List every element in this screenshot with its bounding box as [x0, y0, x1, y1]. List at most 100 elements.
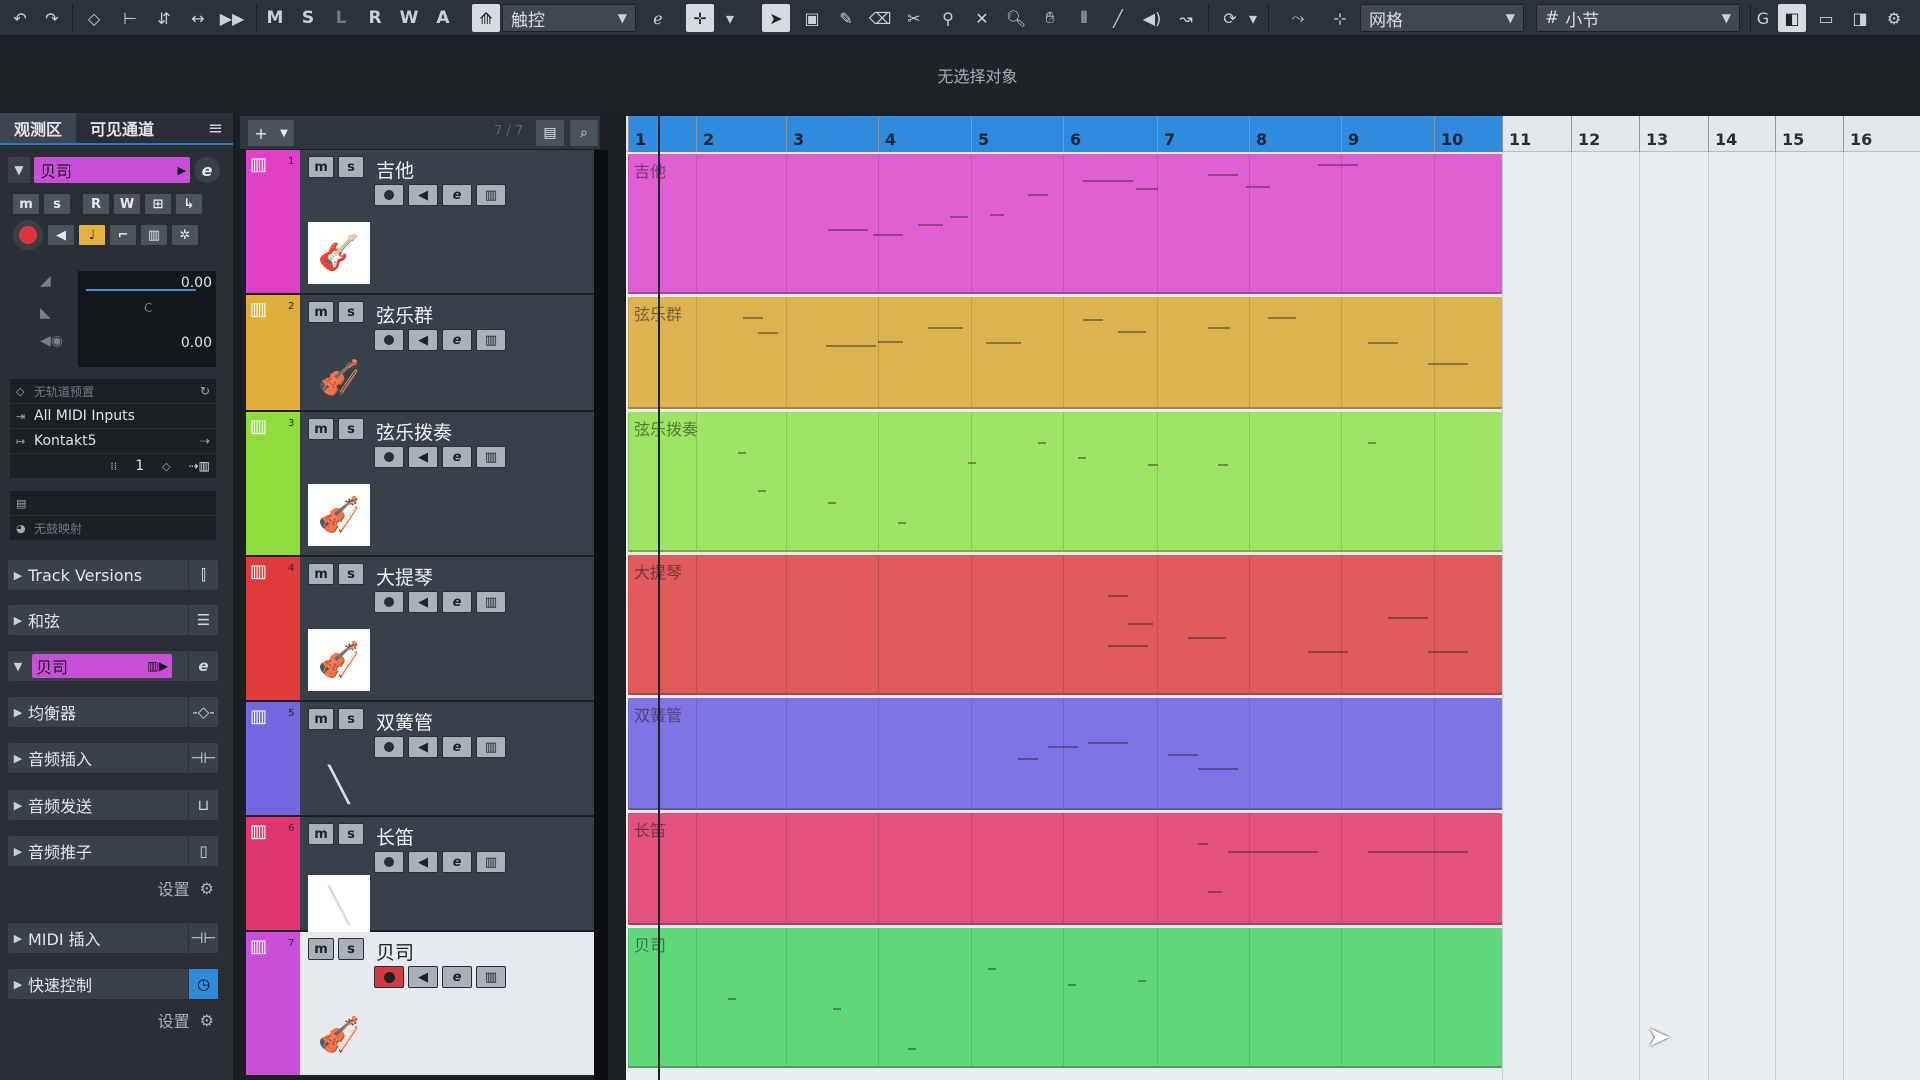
- arrow-tool-group-icon[interactable]: ✛: [686, 4, 714, 32]
- track-row[interactable]: ▥ 5 m s 双簧管 ◀ e ▥ ╲: [246, 702, 594, 816]
- settings-row-2[interactable]: 设置 ⚙: [8, 1007, 218, 1033]
- record-enable-button[interactable]: [12, 219, 44, 251]
- monitor-button[interactable]: ◀: [47, 224, 75, 246]
- transport-icon[interactable]: ⇵: [150, 4, 178, 32]
- line-tool-icon[interactable]: ╱: [1104, 4, 1132, 32]
- track-monitor-button[interactable]: ◀: [408, 591, 438, 613]
- track-monitor-button[interactable]: ◀: [408, 446, 438, 468]
- drum-map-field[interactable]: ◕ 无鼓映射: [10, 516, 216, 541]
- track-keyboard-icon[interactable]: ▥: [476, 329, 506, 351]
- midi-input-field[interactable]: ⇥ All MIDI Inputs: [10, 404, 216, 429]
- track-list-divider[interactable]: [594, 150, 608, 1080]
- track-record-button[interactable]: [374, 591, 404, 613]
- track-edit-instrument-button[interactable]: e: [442, 591, 472, 613]
- keyboard-icon[interactable]: ▥: [140, 224, 168, 246]
- read-automation-button[interactable]: R: [82, 193, 110, 215]
- track-solo-button[interactable]: s: [338, 156, 364, 178]
- constrain-delay-icon[interactable]: ◇: [80, 4, 108, 32]
- track-edit-instrument-button[interactable]: e: [442, 184, 472, 206]
- automation-mode-icon[interactable]: ⟰: [472, 4, 500, 32]
- track-solo-button[interactable]: s: [338, 301, 364, 323]
- track-list-view-icon[interactable]: ▤: [536, 120, 564, 146]
- section-audio-inserts[interactable]: ▶ 音频插入 ⊣⊢: [8, 743, 218, 773]
- solo-state-button[interactable]: S: [295, 4, 321, 32]
- undo-icon[interactable]: ↶: [6, 4, 34, 32]
- track-edit-instrument-button[interactable]: e: [442, 329, 472, 351]
- notepad-field[interactable]: ▤: [10, 491, 216, 516]
- snap-type-dropdown[interactable]: 网格 ▼: [1360, 4, 1524, 32]
- delay-control[interactable]: ◀◉ 0.00: [10, 329, 216, 357]
- track-keyboard-icon[interactable]: ▥: [476, 966, 506, 988]
- midi-part[interactable]: 长笛: [628, 813, 1502, 925]
- track-edit-instrument-button[interactable]: e: [442, 966, 472, 988]
- track-mute-button[interactable]: m: [308, 156, 334, 178]
- track-mute-button[interactable]: m: [308, 823, 334, 845]
- snap-on-off-icon[interactable]: ⊹: [1326, 4, 1354, 32]
- track-edit-instrument-button[interactable]: e: [442, 736, 472, 758]
- midi-output-field[interactable]: ↦ Kontakt5 ⇢: [10, 429, 216, 454]
- midi-part[interactable]: 弦乐拨奏: [628, 412, 1502, 552]
- track-name[interactable]: 双簧管: [376, 708, 433, 735]
- section-chords[interactable]: ▶ 和弦 ☰: [8, 605, 218, 635]
- track-name[interactable]: 弦乐拨奏: [376, 418, 452, 445]
- track-name[interactable]: 贝司: [376, 938, 414, 965]
- track-solo-button[interactable]: s: [338, 708, 364, 730]
- track-row[interactable]: ▥ 4 m s 大提琴 ◀ e ▥ 🎻: [246, 557, 594, 701]
- midi-part[interactable]: 大提琴: [628, 555, 1502, 695]
- track-name[interactable]: 弦乐群: [376, 301, 433, 328]
- track-row[interactable]: ▥ 2 m s 弦乐群 ◀ e ▥ 🎻: [246, 295, 594, 411]
- split-tool-icon[interactable]: ✂: [900, 4, 928, 32]
- track-mute-button[interactable]: m: [308, 301, 334, 323]
- automation-state-button[interactable]: A: [430, 4, 456, 32]
- track-row[interactable]: ▥ 7 m s 贝司 ◀ e ▥ 🎻: [246, 932, 594, 1076]
- track-keyboard-icon[interactable]: ▥: [476, 591, 506, 613]
- tab-inspector[interactable]: 观测区: [0, 113, 77, 143]
- lower-zone-icon[interactable]: ▭: [1812, 4, 1840, 32]
- track-preset-field[interactable]: ◇ 无轨道预置 ↻: [10, 379, 216, 404]
- inspector-track-name[interactable]: 贝司 ▶: [34, 157, 190, 183]
- track-mute-button[interactable]: m: [308, 938, 334, 960]
- glue-tool-icon[interactable]: ⚲: [934, 4, 962, 32]
- track-keyboard-icon[interactable]: ▥: [476, 446, 506, 468]
- midi-part[interactable]: 贝司: [628, 928, 1502, 1068]
- section-instrument[interactable]: ▼ 贝司 ▥▶ e: [8, 651, 218, 681]
- track-keyboard-icon[interactable]: ▥: [476, 184, 506, 206]
- ruler[interactable]: 1 2 3 4 5 6 7 8 9 10 11 12 13 14 15 16: [626, 116, 1920, 152]
- pan-control[interactable]: ◣ C: [10, 301, 216, 329]
- track-record-button[interactable]: [374, 966, 404, 988]
- project-arrange-area[interactable]: 12345678910111213141516 吉他弦乐群弦乐拨奏大提琴双簧管长…: [626, 116, 1920, 1080]
- section-audio-sends[interactable]: ▶ 音频发送 ⊔: [8, 790, 218, 820]
- auto-scroll-icon[interactable]: ⟳: [1216, 4, 1244, 32]
- midi-part[interactable]: 双簧管: [628, 698, 1502, 810]
- track-record-button[interactable]: [374, 329, 404, 351]
- write-automation-button[interactable]: W: [113, 193, 141, 215]
- hand-tool-icon[interactable]: ✋︎: [1036, 4, 1064, 32]
- midi-part[interactable]: 弦乐群: [628, 297, 1502, 409]
- track-solo-button[interactable]: s: [338, 563, 364, 585]
- track-record-button[interactable]: [374, 851, 404, 873]
- mute-tool-icon[interactable]: ✕: [968, 4, 996, 32]
- chevron-down-icon[interactable]: ▾: [1244, 4, 1262, 32]
- section-track-versions[interactable]: ▶ Track Versions ⫿: [8, 560, 218, 590]
- freeze-button[interactable]: ⌐: [109, 224, 137, 246]
- listen-state-button[interactable]: L: [328, 4, 354, 32]
- volume-fader[interactable]: ◢ 0.00: [10, 269, 216, 297]
- comp-tool-icon[interactable]: ↝: [1172, 4, 1200, 32]
- timebase-button[interactable]: ♩: [78, 224, 106, 246]
- settings-row-1[interactable]: 设置 ⚙: [8, 875, 218, 901]
- read-state-button[interactable]: R: [362, 4, 388, 32]
- collapse-triangle-icon[interactable]: ▼: [8, 157, 30, 183]
- track-name[interactable]: 长笛: [376, 823, 414, 850]
- mute-button[interactable]: m: [12, 193, 40, 215]
- track-keyboard-icon[interactable]: ▥: [476, 736, 506, 758]
- left-zone-icon[interactable]: ◧: [1778, 4, 1806, 32]
- draw-tool-icon[interactable]: ✎: [832, 4, 860, 32]
- section-audio-fader[interactable]: ▶ 音频推子 ▯: [8, 836, 218, 866]
- add-track-button[interactable]: + ▼: [248, 120, 294, 146]
- cycle-range[interactable]: [628, 116, 1502, 152]
- range-selection-tool-icon[interactable]: ▣: [798, 4, 826, 32]
- write-state-button[interactable]: W: [396, 4, 422, 32]
- redo-icon[interactable]: ↷: [38, 4, 66, 32]
- section-quick-controls[interactable]: ▶ 快速控制 ◷: [8, 969, 218, 999]
- track-name[interactable]: 吉他: [376, 156, 414, 183]
